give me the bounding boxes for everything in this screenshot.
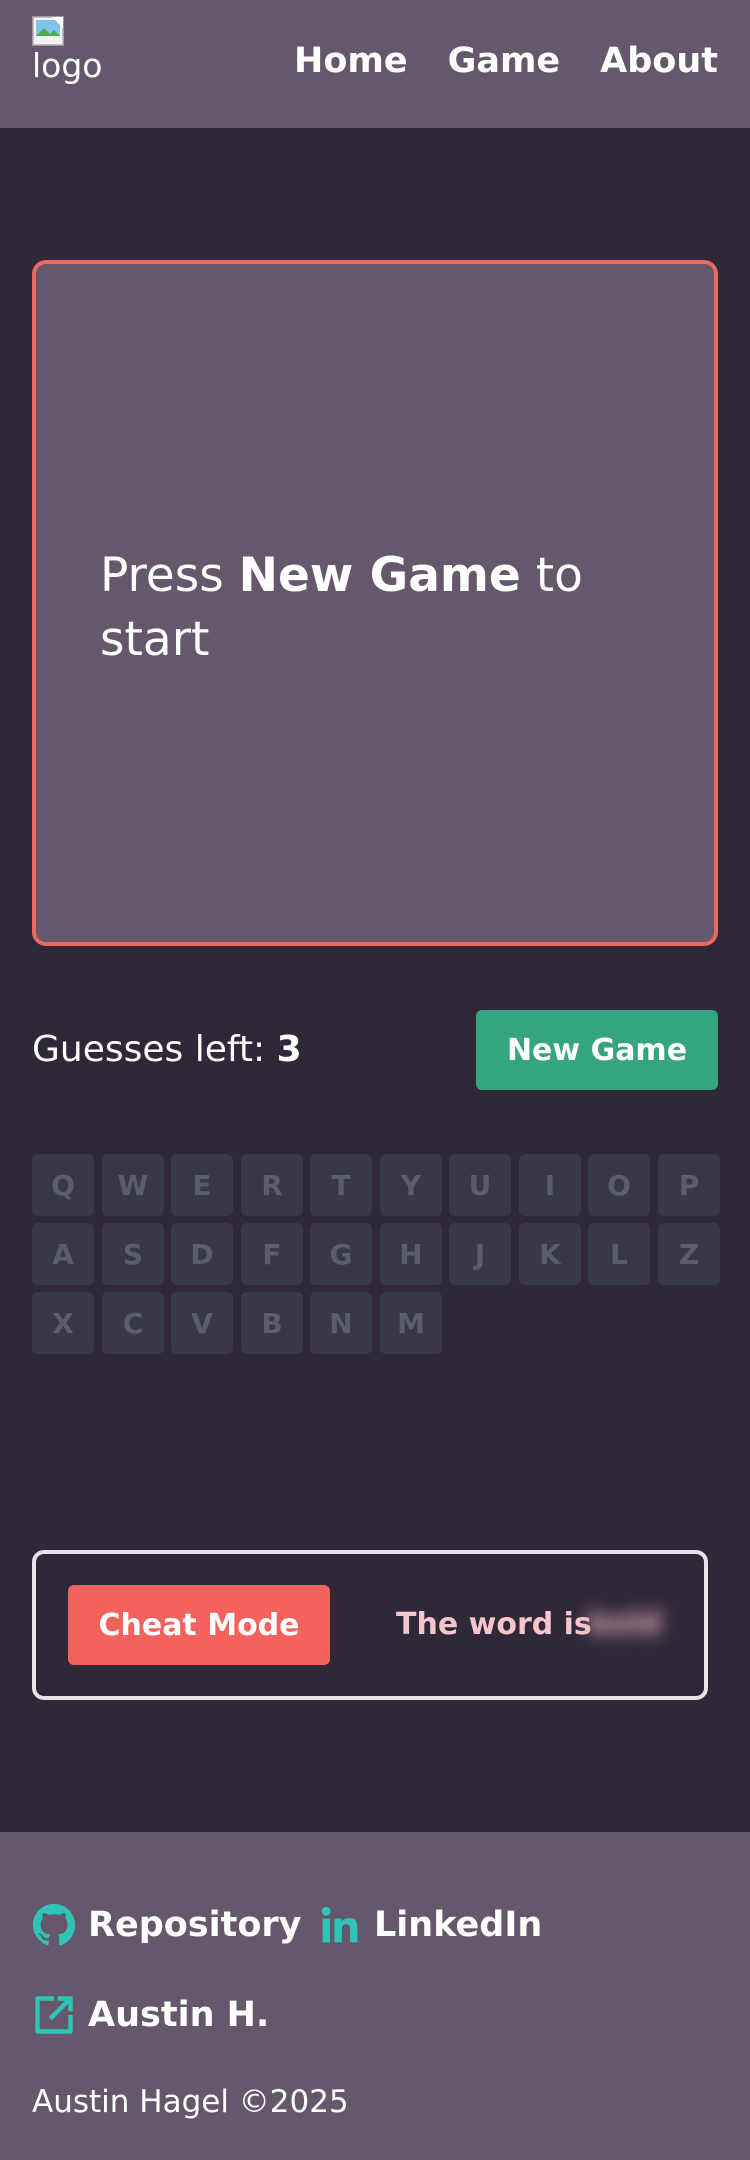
nav-game[interactable]: Game (448, 38, 561, 84)
author-label: Austin H. (88, 1995, 270, 2035)
key-y[interactable]: Y (380, 1154, 442, 1216)
guesses-label: Guesses left: (32, 1029, 277, 1070)
word-reveal-label: The word is (396, 1607, 592, 1642)
key-l[interactable]: L (588, 1223, 650, 1285)
author-link[interactable]: Austin H. (32, 1992, 269, 2038)
nav-about[interactable]: About (600, 38, 718, 84)
key-j[interactable]: J (449, 1223, 511, 1285)
key-w[interactable]: W (102, 1154, 164, 1216)
key-c[interactable]: C (102, 1292, 164, 1354)
linkedin-link[interactable]: LinkedIn (318, 1902, 542, 1948)
key-e[interactable]: E (171, 1154, 233, 1216)
guesses-value: 3 (276, 1029, 302, 1070)
guesses-left: Guesses left: 3 (32, 1024, 302, 1076)
key-f[interactable]: F (241, 1223, 303, 1285)
key-n[interactable]: N (310, 1292, 372, 1354)
key-d[interactable]: D (171, 1223, 233, 1285)
key-x[interactable]: X (32, 1292, 94, 1354)
key-p[interactable]: P (658, 1154, 720, 1216)
key-h[interactable]: H (380, 1223, 442, 1285)
footer: Repository LinkedIn Austin H. Austin Hag… (0, 1832, 750, 2160)
linkedin-icon (321, 1906, 358, 1943)
new-game-button[interactable]: New Game (476, 1010, 718, 1090)
key-b[interactable]: B (241, 1292, 303, 1354)
broken-image-icon (32, 16, 64, 46)
key-s[interactable]: S (102, 1223, 164, 1285)
linkedin-label: LinkedIn (374, 1905, 543, 1945)
key-m[interactable]: M (380, 1292, 442, 1354)
main-nav: Home Game About (294, 38, 718, 84)
key-o[interactable]: O (588, 1154, 650, 1216)
cheat-mode-button[interactable]: Cheat Mode (68, 1585, 330, 1665)
key-q[interactable]: Q (32, 1154, 94, 1216)
key-u[interactable]: U (449, 1154, 511, 1216)
repository-link[interactable]: Repository (32, 1902, 301, 1948)
repository-label: Repository (88, 1905, 302, 1945)
header: logo Home Game About (0, 0, 750, 128)
copyright-text: Austin Hagel ©2025 (32, 2084, 349, 2120)
key-i[interactable]: I (519, 1154, 581, 1216)
game-board: Press New Game to start (32, 260, 718, 946)
key-z[interactable]: Z (658, 1223, 720, 1285)
key-k[interactable]: K (519, 1223, 581, 1285)
key-g[interactable]: G (310, 1223, 372, 1285)
key-r[interactable]: R (241, 1154, 303, 1216)
logo-alt-text: logo (32, 46, 103, 85)
cheat-panel: Cheat Mode The word is bold (32, 1550, 708, 1700)
external-link-icon (35, 1996, 73, 2034)
github-icon (32, 1903, 76, 1946)
key-t[interactable]: T (310, 1154, 372, 1216)
logo[interactable]: logo (32, 16, 122, 92)
prompt-text-bold: New Game (238, 548, 521, 603)
start-prompt: Press New Game to start (100, 544, 620, 672)
hidden-word: bold (588, 1606, 662, 1641)
key-a[interactable]: A (32, 1223, 94, 1285)
nav-home[interactable]: Home (294, 38, 408, 84)
key-v[interactable]: V (171, 1292, 233, 1354)
prompt-text-pre: Press (100, 548, 239, 603)
